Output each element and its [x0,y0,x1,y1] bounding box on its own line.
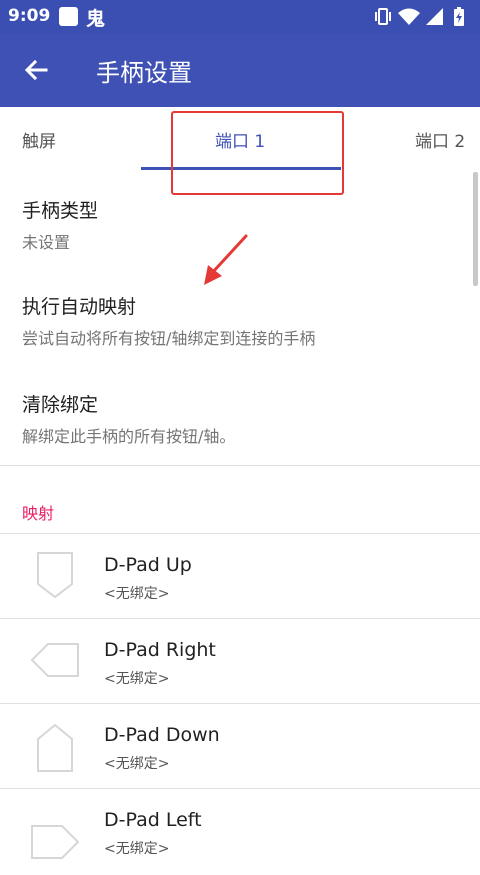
setting-subtitle: 尝试自动将所有按钮/轴绑定到连接的手柄 [22,329,316,348]
annotation-highlight-box [171,111,344,195]
cell-signal-icon [426,8,443,25]
mapping-row-dpad-up[interactable]: D-Pad Up <无绑定> [0,535,480,620]
mapping-binding: <无绑定> [104,671,170,687]
battery-icon [454,7,464,26]
setting-clear-bindings[interactable]: 清除绑定 解绑定此手柄的所有按钮/轴。 [22,390,235,447]
mapping-row-dpad-left[interactable]: D-Pad Left <无绑定> [0,790,480,875]
setting-controller-type[interactable]: 手柄类型 未设置 [22,196,98,253]
notification-app-icon: 鬼 [86,8,106,30]
divider [0,788,480,789]
status-icons [375,7,464,26]
divider [0,703,480,704]
tab-port-2[interactable]: 端口 2 [415,127,465,152]
mapping-section-header: 映射 [22,504,55,523]
app-toolbar: 手柄设置 [0,34,480,107]
setting-auto-map[interactable]: 执行自动映射 尝试自动将所有按钮/轴绑定到连接的手柄 [22,292,315,349]
back-arrow-icon[interactable] [20,54,52,86]
dpad-left-icon [31,825,80,859]
divider [0,533,480,534]
annotation-arrow-icon [204,234,248,285]
mapping-binding: <无绑定> [104,586,170,602]
divider [0,465,480,466]
mapping-binding: <无绑定> [104,841,170,857]
mapping-label: D-Pad Down [104,724,220,746]
vibrate-icon [375,8,391,25]
dpad-up-icon [37,552,73,599]
mapping-row-dpad-right[interactable]: D-Pad Right <无绑定> [0,620,480,705]
mapping-label: D-Pad Right [104,639,216,661]
status-bar: 9:09 鬼 [0,0,480,34]
tab-touchscreen[interactable]: 触屏 [22,127,56,152]
mapping-label: D-Pad Left [104,809,202,831]
divider [0,618,480,619]
dpad-down-icon [37,723,73,772]
page-title: 手柄设置 [96,59,192,87]
setting-subtitle: 解绑定此手柄的所有按钮/轴。 [22,427,236,446]
status-time: 9:09 [8,6,51,26]
mapping-label: D-Pad Up [104,554,192,576]
setting-title: 清除绑定 [22,394,99,416]
scrollbar-thumb[interactable] [473,172,478,286]
setting-subtitle: 未设置 [22,233,71,252]
notification-square-icon [59,7,78,26]
setting-title: 手柄类型 [22,200,99,222]
setting-title: 执行自动映射 [22,296,137,318]
mapping-binding: <无绑定> [104,756,170,772]
mapping-row-dpad-down[interactable]: D-Pad Down <无绑定> [0,705,480,790]
dpad-right-icon [30,643,79,677]
wifi-icon [398,8,420,25]
